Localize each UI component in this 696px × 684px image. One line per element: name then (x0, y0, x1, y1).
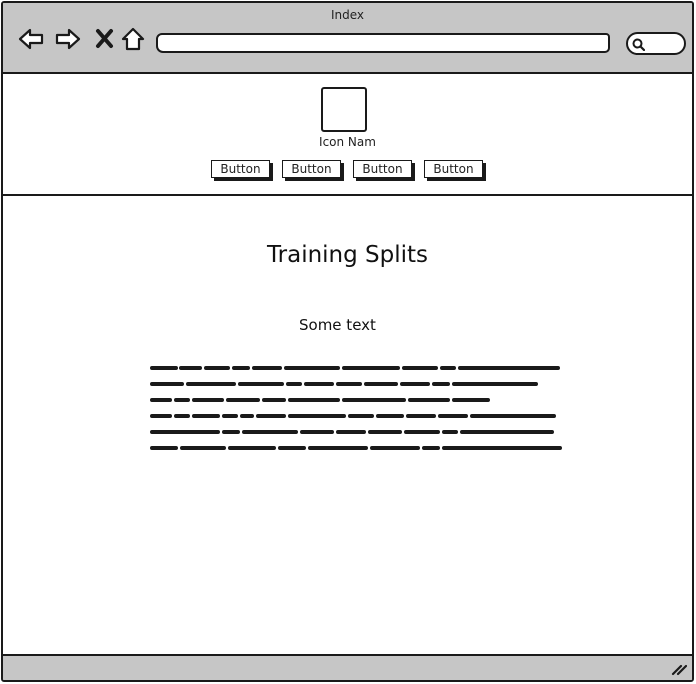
search-icon (632, 38, 645, 51)
icon-name-label: Icon Nam (319, 135, 376, 149)
header-button-2[interactable]: Button (282, 160, 341, 178)
search-box[interactable] (626, 32, 686, 55)
browser-toolbar: Index (3, 3, 692, 74)
placeholder-text-scribble (150, 366, 562, 450)
page-header: Icon Nam Button Button Button Button (3, 74, 692, 196)
header-button-1[interactable]: Button (211, 160, 270, 178)
page-title: Training Splits (266, 242, 429, 268)
button-row: Button Button Button Button (211, 160, 483, 178)
address-bar[interactable] (156, 33, 610, 53)
status-bar (3, 654, 692, 680)
forward-arrow-icon[interactable] (54, 25, 82, 53)
header-button-3[interactable]: Button (353, 160, 412, 178)
back-arrow-icon[interactable] (17, 25, 45, 53)
close-x-icon[interactable] (91, 25, 119, 53)
window-title: Index (330, 8, 365, 22)
subtext-label: Some text (299, 316, 376, 334)
home-icon[interactable] (119, 25, 147, 53)
app-icon-placeholder (321, 87, 367, 132)
browser-window: Index Icon Nam Button Button Button Butt… (1, 1, 694, 682)
header-button-4[interactable]: Button (424, 160, 483, 178)
main-content: Training Splits Some text (3, 198, 692, 656)
resize-grip-icon[interactable] (671, 662, 687, 676)
